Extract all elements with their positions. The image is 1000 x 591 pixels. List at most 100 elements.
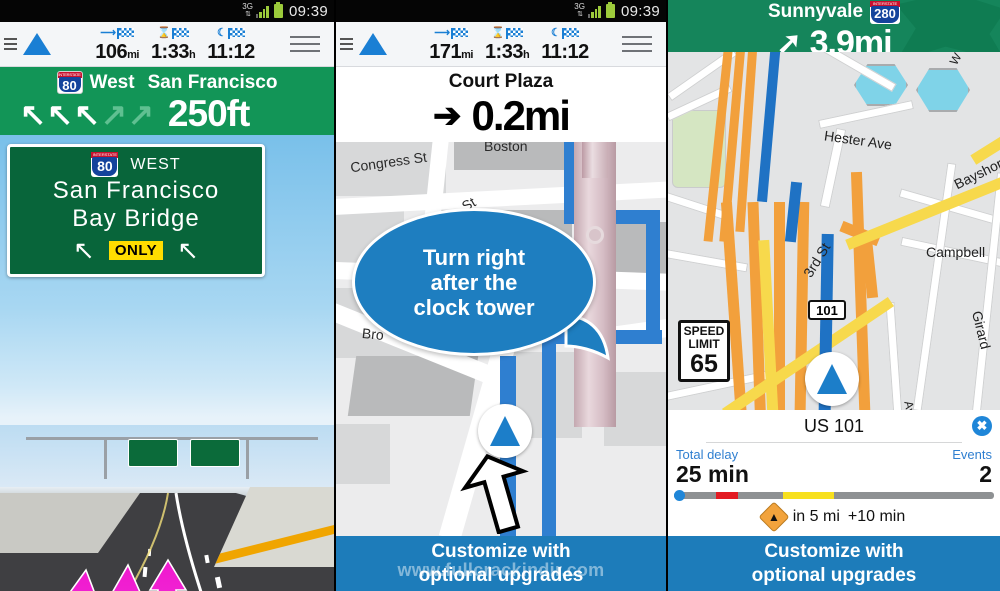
hamburger-icon[interactable] xyxy=(4,38,17,50)
nav-info-bar: ⟶ 106mi ⌛ 1:33h ☾ 11:12 xyxy=(0,22,334,67)
promo-line-1: Customize with xyxy=(431,540,571,562)
maneuver-header: Sunnyvale INTERSTATE 280 ➚ 3.9mi xyxy=(668,0,1000,52)
stat-duration[interactable]: ⌛ 1:33h xyxy=(151,26,196,62)
panel-speech-guidance: 3G ⇅ 09:39 ⟶ 171mi ⌛ 1:33h ☾ 11:12 Court… xyxy=(334,0,668,591)
signal-icon xyxy=(587,5,601,18)
status-clock: 09:39 xyxy=(620,2,660,20)
stat-distance[interactable]: ⟶ 171mi xyxy=(429,27,473,62)
sign-line-1: San Francisco xyxy=(52,177,220,204)
traffic-bar-segment-yellow xyxy=(782,492,834,499)
status-clock: 09:39 xyxy=(288,2,328,20)
stat-eta-value: 11:12 xyxy=(541,40,589,63)
eta-flag-icon xyxy=(227,27,245,39)
guidance-header: INTERSTATE 80 West San Francisco ↖ ↖ ↖ ↗… xyxy=(0,67,334,135)
maneuver-distance: 0.2mi xyxy=(471,92,571,139)
nav-left-group[interactable] xyxy=(0,33,74,55)
stat-duration[interactable]: ⌛ 1:33h xyxy=(485,26,530,62)
events-group: Events 2 xyxy=(952,447,992,487)
overhead-sign-graphic: INTERSTATE 80 WEST San Francisco Bay Bri… xyxy=(7,144,265,277)
speed-limit-sign: SPEED LIMIT 65 xyxy=(678,320,730,382)
signal-icon xyxy=(255,5,269,18)
stat-eta[interactable]: ☾ 11:12 xyxy=(207,27,255,62)
lane-arrow: ↗ xyxy=(127,96,154,132)
lane-arrow: ↖ xyxy=(46,96,73,132)
total-delay-group: Total delay 25 min xyxy=(676,447,749,487)
speed-limit-value: 65 xyxy=(690,349,718,378)
stat-duration-unit: h xyxy=(188,48,196,61)
android-status-bar: 3G ⇅ 09:39 xyxy=(336,0,666,22)
nav-left-group[interactable] xyxy=(336,33,410,55)
duration-flag-icon xyxy=(171,27,189,39)
incident-distance: in 5 mi xyxy=(792,508,840,525)
events-value: 2 xyxy=(979,461,992,487)
promo-banner[interactable]: Customize with optional upgrades xyxy=(668,536,1000,591)
roadwork-icon: ▲ xyxy=(758,501,790,533)
distance-flag-icon xyxy=(116,27,134,39)
nav-info-bar: ⟶ 171mi ⌛ 1:33h ☾ 11:12 xyxy=(336,22,666,67)
panel-traffic-overview: Sunnyvale INTERSTATE 280 ➚ 3.9mi 101 Hes… xyxy=(668,0,1000,591)
bubble-line-2: after the xyxy=(430,269,518,295)
road-perspective-view xyxy=(0,425,334,591)
magenta-route-arrows xyxy=(69,558,188,591)
map-label: Boston xyxy=(484,142,528,154)
trip-stats: ⟶ 106mi ⌛ 1:33h ☾ 11:12 xyxy=(74,27,276,62)
lane-guidance: ↖ ↖ ↖ ↗ ↗ xyxy=(20,99,154,130)
battery-icon xyxy=(273,2,283,18)
traffic-road-name-text: US 101 xyxy=(803,416,865,436)
map-street xyxy=(818,100,914,129)
android-status-bar: 3G ⇅ 09:39 xyxy=(0,0,334,22)
stat-distance-unit: mi xyxy=(461,48,473,61)
sign-right-arrow-icon: ↖ xyxy=(177,235,199,265)
stat-distance-value: 171 xyxy=(429,40,462,63)
stat-distance-value: 106 xyxy=(95,40,128,63)
traffic-delay-bar xyxy=(674,490,994,501)
sign-left-arrow-icon: ↖ xyxy=(73,235,95,265)
arrow-icon: ⟶ xyxy=(100,26,116,39)
map-building xyxy=(336,424,390,484)
clock-face xyxy=(586,226,604,244)
sign-direction: WEST xyxy=(130,155,181,173)
lane-arrow: ↖ xyxy=(73,96,100,132)
sign-only-badge: ONLY xyxy=(108,240,164,260)
traffic-road-name: US 101 ✖ xyxy=(668,410,1000,437)
map-label: Campbell xyxy=(926,244,986,260)
guidance-distance: 250ft xyxy=(167,93,250,134)
3g-icon: 3G ⇅ xyxy=(574,2,585,19)
stat-distance[interactable]: ⟶ 106mi xyxy=(95,27,139,62)
menu-icon[interactable] xyxy=(276,36,334,52)
incident-delay: +10 min xyxy=(847,508,906,525)
stat-eta[interactable]: ☾ 11:12 xyxy=(541,27,589,62)
route-line xyxy=(646,210,660,340)
position-marker xyxy=(805,352,859,406)
promo-line-2: optional upgrades xyxy=(751,564,917,586)
shield-number: 280 xyxy=(871,5,900,23)
menu-icon[interactable] xyxy=(608,36,666,52)
hourglass-icon: ⌛ xyxy=(491,26,505,39)
stat-duration-unit: h xyxy=(522,48,530,61)
screenshot-root: 3G ⇅ 09:39 ⟶ 106mi ⌛ 1:33h ☾ 11:12 INTER… xyxy=(0,0,1000,591)
turn-right-icon: ➔ xyxy=(433,97,462,135)
hourglass-icon: ⌛ xyxy=(157,26,171,39)
promo-line-1: Customize with xyxy=(764,540,904,562)
interstate-shield-icon: INTERSTATE 80 xyxy=(56,71,83,94)
battery-icon xyxy=(605,2,615,18)
map-poi-building xyxy=(916,68,970,112)
close-icon[interactable]: ✖ xyxy=(972,416,992,436)
position-arrow-icon[interactable] xyxy=(23,33,51,55)
speech-bubble: Turn right after the clock tower xyxy=(352,208,596,356)
map-label: W xyxy=(946,52,965,68)
sign-interstate-shield-icon: INTERSTATE 80 xyxy=(91,152,119,177)
events-label: Events xyxy=(952,447,992,462)
traffic-bar-position-dot xyxy=(674,490,685,501)
map-3d-view[interactable]: Congress St Boston St Bro Turn right aft… xyxy=(336,142,666,536)
stat-eta-value: 11:12 xyxy=(207,40,255,63)
promo-banner[interactable]: Customize with optional upgrades www.ful… xyxy=(336,536,666,591)
sign-shield-number: 80 xyxy=(92,157,118,176)
route-line xyxy=(542,330,556,536)
position-arrow-icon[interactable] xyxy=(359,33,387,55)
clock-tower-crown xyxy=(582,142,608,178)
traffic-incident-row[interactable]: ▲ in 5 mi +10 min xyxy=(668,501,1000,533)
lane-arrow: ↖ xyxy=(20,96,46,132)
speed-limit-title-2: LIMIT xyxy=(688,336,720,351)
hamburger-icon[interactable] xyxy=(340,38,353,50)
